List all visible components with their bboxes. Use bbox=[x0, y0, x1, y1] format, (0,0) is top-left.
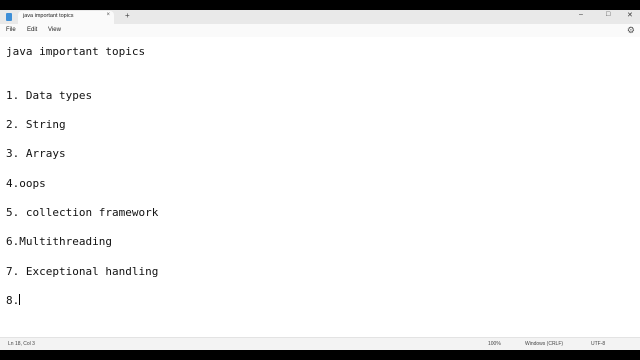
editor-line-1: java important topics bbox=[6, 45, 146, 58]
notepad-window: java important topics × + – □ ✕ File Edi… bbox=[0, 10, 640, 350]
document-tab[interactable]: java important topics × bbox=[18, 11, 114, 24]
editor-line-9: 8. bbox=[6, 294, 21, 307]
close-button[interactable]: ✕ bbox=[627, 11, 633, 19]
line-ending[interactable]: Windows (CRLF) bbox=[525, 341, 563, 347]
text-caret bbox=[19, 294, 21, 305]
editor-line-7: 6.Multithreading bbox=[6, 235, 112, 248]
menu-view[interactable]: View bbox=[48, 27, 61, 33]
notepad-app-icon bbox=[6, 13, 12, 21]
menu-edit[interactable]: Edit bbox=[27, 27, 37, 33]
tab-title: java important topics bbox=[23, 13, 74, 19]
editor-line-9-text: 8. bbox=[6, 294, 20, 307]
editor-line-6: 5. collection framework bbox=[6, 206, 159, 219]
cursor-position: Ln 18, Col 3 bbox=[8, 341, 35, 347]
editor-line-8: 7. Exceptional handling bbox=[6, 265, 159, 278]
tab-close-icon[interactable]: × bbox=[106, 12, 110, 18]
menu-bar: File Edit View ⚙ bbox=[0, 24, 640, 37]
editor-line-2: 1. Data types bbox=[6, 89, 93, 102]
encoding[interactable]: UTF-8 bbox=[591, 341, 605, 347]
maximize-button[interactable]: □ bbox=[606, 11, 610, 18]
minimize-button[interactable]: – bbox=[579, 11, 583, 18]
editor-line-3: 2. String bbox=[6, 118, 66, 131]
zoom-level[interactable]: 100% bbox=[488, 341, 501, 347]
title-bar: java important topics × + – □ ✕ bbox=[0, 10, 640, 24]
settings-gear-icon[interactable]: ⚙ bbox=[627, 25, 635, 36]
status-bar: Ln 18, Col 3 100% Windows (CRLF) UTF-8 bbox=[0, 337, 640, 350]
menu-file[interactable]: File bbox=[6, 27, 16, 33]
editor-line-4: 3. Arrays bbox=[6, 147, 66, 160]
editor-line-5: 4.oops bbox=[6, 177, 46, 190]
new-tab-button[interactable]: + bbox=[125, 11, 130, 20]
text-editor[interactable]: java important topics 1. Data types 2. S… bbox=[0, 37, 640, 337]
